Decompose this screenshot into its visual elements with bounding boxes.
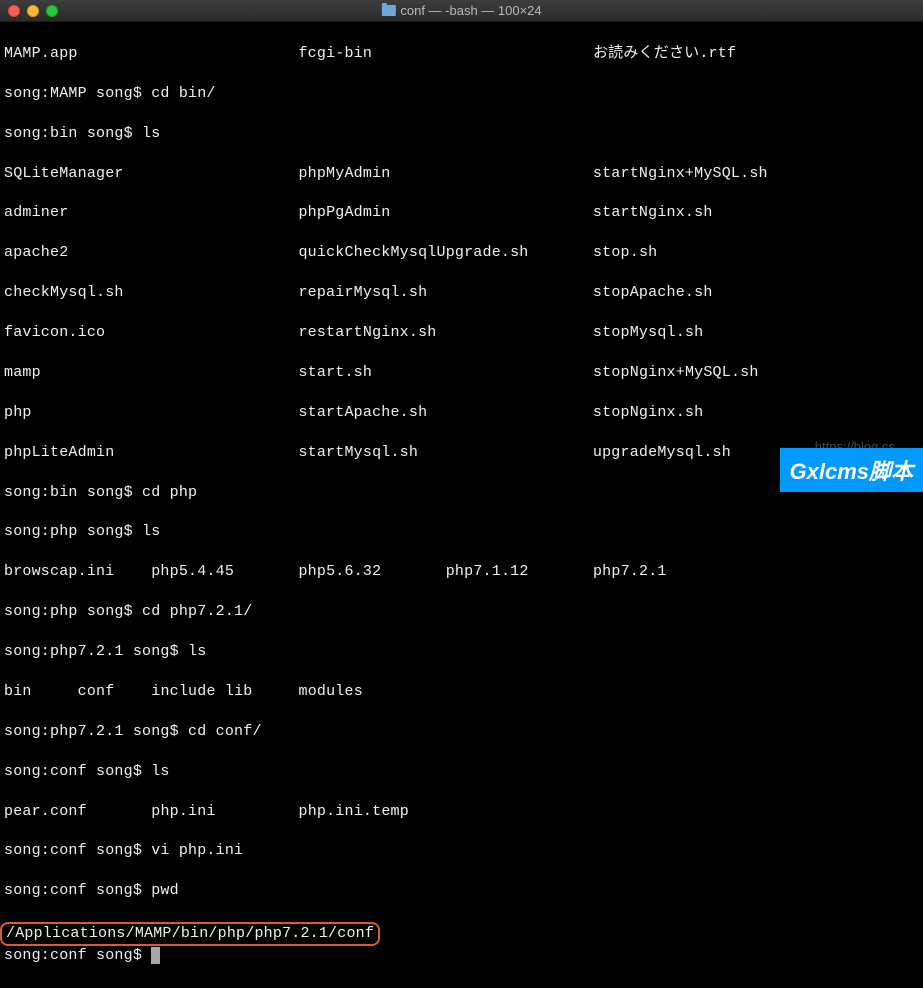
traffic-lights <box>8 5 58 17</box>
cursor-icon <box>151 947 160 964</box>
ls-output-row: browscap.ini php5.4.45 php5.6.32 php7.1.… <box>4 562 919 582</box>
window-title: conf — -bash — 100×24 <box>381 3 541 18</box>
window-titlebar: conf — -bash — 100×24 <box>0 0 923 22</box>
folder-icon <box>381 5 395 16</box>
ls-output-row: adminer phpPgAdmin startNginx.sh <box>4 203 919 223</box>
prompt-line: song:conf song$ <box>4 946 919 966</box>
prompt-line: song:conf song$ ls <box>4 762 919 782</box>
terminal-content[interactable]: MAMP.app fcgi-bin お読みください.rtf song:MAMP … <box>0 22 923 988</box>
watermark-logo: Gxlcms脚本 <box>780 448 923 492</box>
prompt-line: song:conf song$ vi php.ini <box>4 841 919 861</box>
prompt-line: song:bin song$ ls <box>4 124 919 144</box>
minimize-icon[interactable] <box>27 5 39 17</box>
close-icon[interactable] <box>8 5 20 17</box>
prompt-line: song:conf song$ pwd <box>4 881 919 901</box>
prompt-line: song:php7.2.1 song$ ls <box>4 642 919 662</box>
window-title-text: conf — -bash — 100×24 <box>400 3 541 18</box>
ls-output-row: favicon.ico restartNginx.sh stopMysql.sh <box>4 323 919 343</box>
prompt-line: song:php song$ cd php7.2.1/ <box>4 602 919 622</box>
pwd-output: /Applications/MAMP/bin/php/php7.2.1/conf <box>6 924 374 944</box>
pwd-output-highlight: /Applications/MAMP/bin/php/php7.2.1/conf <box>0 922 380 946</box>
prompt-line: song:MAMP song$ cd bin/ <box>4 84 919 104</box>
ls-output-row: MAMP.app fcgi-bin お読みください.rtf <box>4 44 919 64</box>
ls-output-row: SQLiteManager phpMyAdmin startNginx+MySQ… <box>4 164 919 184</box>
ls-output-row: apache2 quickCheckMysqlUpgrade.sh stop.s… <box>4 243 919 263</box>
ls-output-row: pear.conf php.ini php.ini.temp <box>4 802 919 822</box>
prompt-line: song:php song$ ls <box>4 522 919 542</box>
prompt-line: song:php7.2.1 song$ cd conf/ <box>4 722 919 742</box>
ls-output-row: php startApache.sh stopNginx.sh <box>4 403 919 423</box>
ls-output-row: mamp start.sh stopNginx+MySQL.sh <box>4 363 919 383</box>
ls-output-row: bin conf include lib modules <box>4 682 919 702</box>
ls-output-row: checkMysql.sh repairMysql.sh stopApache.… <box>4 283 919 303</box>
zoom-icon[interactable] <box>46 5 58 17</box>
